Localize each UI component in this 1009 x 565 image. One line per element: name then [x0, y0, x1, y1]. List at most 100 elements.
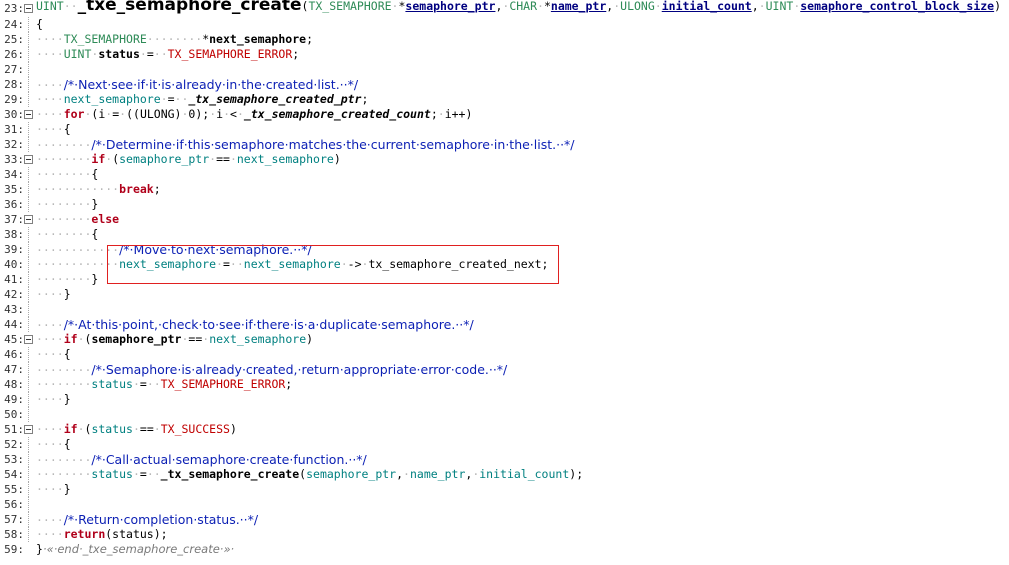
fold-guide-line: [28, 167, 30, 182]
token-plain: }: [91, 272, 99, 286]
code-line[interactable]: 51: ····if·(status·==·TX_SUCCESS): [0, 422, 1009, 437]
code-line[interactable]: 32: ········/*·Determine·if·this·semaphor…: [0, 137, 1009, 152]
line-number: 45:: [4, 333, 24, 346]
code-line[interactable]: 57: ····/*·Return·completion·status.··*/: [0, 512, 1009, 527]
token-plain: (status);: [105, 527, 168, 541]
token-ws: ··: [153, 47, 168, 61]
code-line[interactable]: 30: ····for·(i·=·((ULONG)·0);·i·<·_tx_sem…: [0, 107, 1009, 122]
code-text: ········else: [36, 212, 119, 227]
fold-toggle-icon[interactable]: [24, 335, 33, 344]
code-text: ········{: [36, 227, 98, 242]
code-line[interactable]: 29: ····next_semaphore·=··_tx_semaphore_c…: [0, 92, 1009, 107]
token-ident: semaphore_ptr: [119, 152, 210, 166]
token-plain: ;: [285, 377, 293, 391]
line-number: 28:: [4, 78, 24, 91]
token-ws: ··: [63, 0, 78, 13]
fold-toggle-icon[interactable]: [24, 110, 33, 119]
code-line[interactable]: 53: ········/*·Call·actual·semaphore·crea…: [0, 452, 1009, 467]
code-line[interactable]: 36: ········}: [0, 197, 1009, 212]
code-line[interactable]: 39: ············/*·Move·to·next·semaphore…: [0, 242, 1009, 257]
line-number: 39:: [4, 243, 24, 256]
code-text: ····/*·At·this·point,·check·to·see·if·th…: [36, 317, 474, 333]
token-type: UINT: [765, 0, 794, 13]
token-plain: <: [230, 107, 237, 121]
token-param: name_ptr: [550, 0, 607, 13]
fold-guide-line: [28, 482, 30, 497]
token-comment: /*·Move·to·next·semaphore.··*/: [119, 242, 312, 257]
token-plain: {: [63, 437, 71, 451]
fold-toggle-icon[interactable]: [24, 215, 33, 224]
code-line[interactable]: 27:: [0, 62, 1009, 77]
fold-guide-line: [28, 452, 30, 467]
code-line[interactable]: 25: ····TX_SEMAPHORE········*next_semapho…: [0, 32, 1009, 47]
code-line[interactable]: 52: ····{: [0, 437, 1009, 452]
code-line[interactable]: 23: UINT··_txe_semaphore_create(TX_SEMAPH…: [0, 0, 1009, 16]
token-plain: {: [91, 167, 99, 181]
code-text: ········status·=··TX_SEMAPHORE_ERROR;: [36, 377, 292, 392]
code-line[interactable]: 41: ········}: [0, 272, 1009, 287]
code-line[interactable]: 58: ····return(status);: [0, 527, 1009, 542]
line-number: 52:: [4, 438, 24, 451]
token-ws: ········: [146, 32, 203, 46]
token-param: semaphore_ptr: [405, 0, 496, 13]
token-ws: ············: [36, 257, 120, 271]
token-ws: ············: [36, 243, 120, 257]
code-text: ····{: [36, 122, 71, 137]
token-ws: ····: [36, 347, 64, 361]
code-line[interactable]: 55: ····}: [0, 482, 1009, 497]
code-line[interactable]: 35: ············break;: [0, 182, 1009, 197]
code-line[interactable]: 46: ····{: [0, 347, 1009, 362]
token-plain: *: [543, 0, 551, 13]
token-ws: ············: [36, 182, 120, 196]
token-plain: ;: [153, 182, 161, 196]
token-ws: ··: [146, 467, 161, 481]
token-ws: ·: [153, 422, 161, 436]
token-plain: ;: [430, 107, 438, 121]
fold-toggle-icon[interactable]: [24, 155, 33, 164]
code-line[interactable]: 33: ········if·(semaphore_ptr·==·next_sem…: [0, 152, 1009, 167]
code-line[interactable]: 54: ········status·=··_tx_semaphore_creat…: [0, 467, 1009, 482]
code-line[interactable]: 45: ····if·(semaphore_ptr·==·next_semapho…: [0, 332, 1009, 347]
token-plain: ==: [139, 422, 154, 436]
line-number: 35:: [4, 183, 24, 196]
code-line[interactable]: 38: ········{: [0, 227, 1009, 242]
code-line[interactable]: 47: ········/*·Semaphore·is·already·creat…: [0, 362, 1009, 377]
line-number: 50:: [4, 408, 24, 421]
token-comment: /*·Determine·if·this·semaphore·matches·t…: [91, 137, 575, 152]
fold-toggle-icon[interactable]: [24, 4, 33, 13]
token-ws: ····: [36, 122, 64, 136]
code-editor[interactable]: 23: UINT··_txe_semaphore_create(TX_SEMAPH…: [0, 0, 1009, 565]
line-number: 58:: [4, 528, 24, 541]
token-plain: {: [36, 17, 43, 31]
code-line[interactable]: 50:: [0, 407, 1009, 422]
token-keyword: return: [63, 527, 106, 541]
token-ws: ·: [229, 152, 237, 166]
fold-guide-line: [28, 287, 30, 302]
code-line[interactable]: 24: {: [0, 17, 1009, 32]
code-line[interactable]: 56:: [0, 497, 1009, 512]
code-line[interactable]: 43:: [0, 302, 1009, 317]
token-plain: =: [139, 467, 147, 481]
token-plain: ;: [292, 47, 300, 61]
code-text: UINT··_txe_semaphore_create(TX_SEMAPHORE…: [36, 0, 1001, 14]
code-line[interactable]: 26: ····UINT·status·=··TX_SEMAPHORE_ERROR…: [0, 47, 1009, 62]
token-ident: status: [91, 467, 133, 481]
token-plain: }: [36, 542, 43, 556]
code-line[interactable]: 40: ············next_semaphore·=··next_se…: [0, 257, 1009, 272]
code-line[interactable]: 37: ········else: [0, 212, 1009, 227]
code-line[interactable]: 31: ····{: [0, 122, 1009, 137]
line-number: 54:: [4, 468, 24, 481]
code-line[interactable]: 34: ········{: [0, 167, 1009, 182]
token-endcomment: ·«·end·_txe_semaphore_create·»·: [42, 542, 235, 556]
token-ws: ····: [36, 318, 64, 332]
code-line[interactable]: 28: ····/*·Next·see·if·it·is·already·in·t…: [0, 77, 1009, 92]
code-line[interactable]: 44: ····/*·At·this·point,·check·to·see·if…: [0, 317, 1009, 332]
code-line[interactable]: 49: ····}: [0, 392, 1009, 407]
code-line[interactable]: 42: ····}: [0, 287, 1009, 302]
code-line[interactable]: 48: ········status·=··TX_SEMAPHORE_ERROR;: [0, 377, 1009, 392]
code-line[interactable]: 59:}·«·end·_txe_semaphore_create·»·: [0, 542, 1009, 557]
token-type: TX_SEMAPHORE: [308, 0, 392, 13]
line-number: 27:: [4, 63, 24, 76]
code-text: ····UINT·status·=··TX_SEMAPHORE_ERROR;: [36, 47, 299, 62]
fold-toggle-icon[interactable]: [24, 425, 33, 434]
